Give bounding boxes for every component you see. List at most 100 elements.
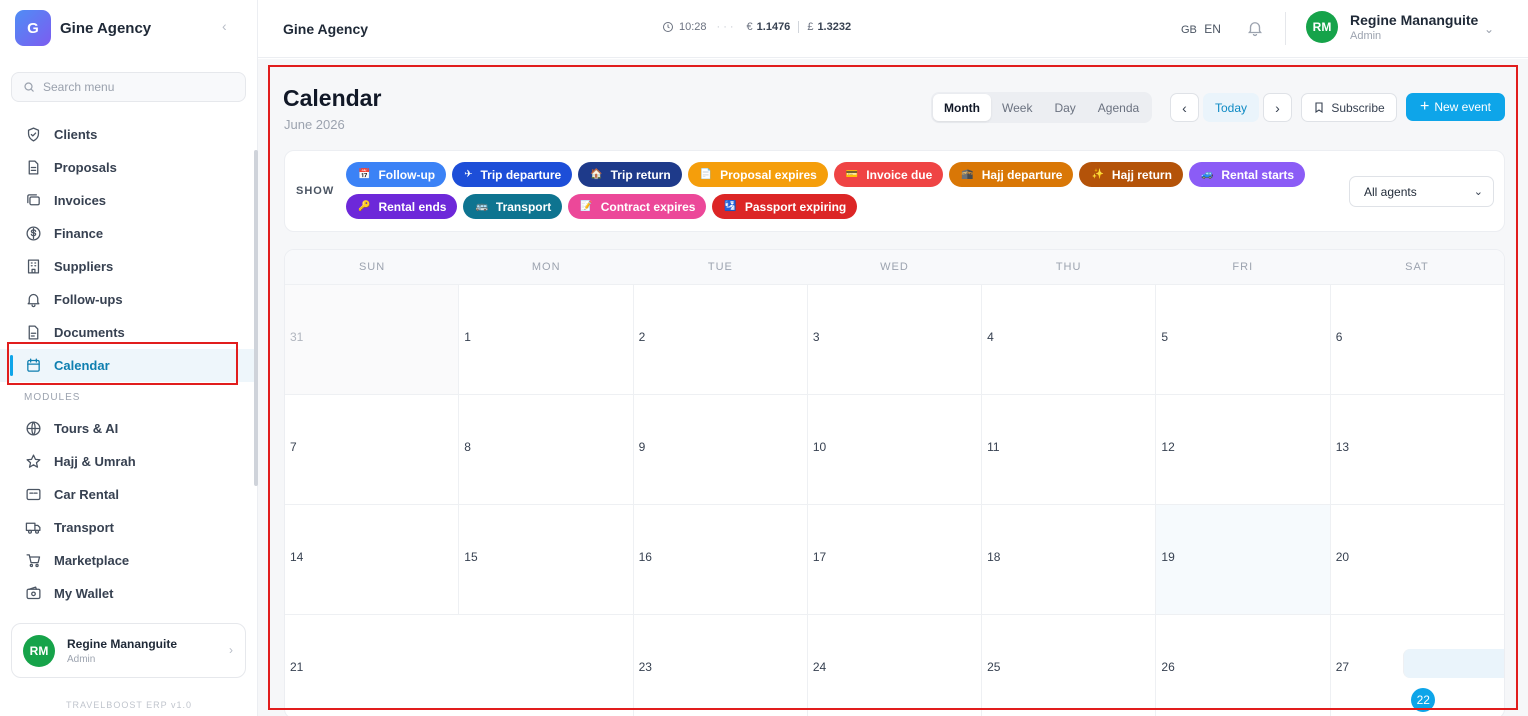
new-event-button[interactable]: + New event <box>1406 93 1505 121</box>
filter-chip-hajj-return[interactable]: ✨ Hajj return <box>1079 162 1183 187</box>
prev-month-button[interactable]: ‹ <box>1170 93 1199 122</box>
event-type-icon: 📄 <box>699 169 713 180</box>
filter-chip-invoice-due[interactable]: 💳 Invoice due <box>833 162 944 187</box>
next-month-button[interactable]: › <box>1263 93 1292 122</box>
day-cell[interactable]: 18 <box>981 505 1155 614</box>
sidebar-item-transport[interactable]: Transport <box>0 511 258 544</box>
day-number: 21 <box>290 660 304 674</box>
sidebar-item-tours-ai[interactable]: Tours & AI <box>0 412 258 445</box>
user-name: Regine Mananguite <box>1350 12 1479 28</box>
day-cell[interactable]: 23 <box>632 615 807 716</box>
view-tab-agenda[interactable]: Agenda <box>1087 94 1150 121</box>
subscribe-button[interactable]: Subscribe <box>1301 93 1397 122</box>
day-cell[interactable]: 12 <box>1155 395 1329 504</box>
filter-chip-trip-return[interactable]: 🏠 Trip return <box>578 162 682 187</box>
day-cell[interactable]: 25 <box>981 615 1155 716</box>
filter-chip-label: Transport <box>495 199 552 214</box>
filter-chip-hajj-departure[interactable]: 🕋 Hajj departure <box>949 162 1074 187</box>
day-number: 27 <box>1335 660 1350 674</box>
brand-logo: G <box>15 10 51 46</box>
clock-icon <box>663 22 673 32</box>
filter-chip-follow-up[interactable]: 📅 Follow-up <box>346 162 447 187</box>
day-cell[interactable]: 3 <box>806 285 981 394</box>
day-cell[interactable]: 17 <box>806 505 981 614</box>
brand[interactable]: G Gine Agency <box>15 10 151 46</box>
agent-select[interactable]: All agents ⌄ <box>1349 176 1494 207</box>
event-type-filter: SHOW 📅 Follow-up ✈ Trip departure 🏠 Trip retu… <box>284 150 1505 232</box>
chevron-left-icon: ‹ <box>1182 99 1187 116</box>
eur-symbol: € <box>746 21 753 33</box>
day-cell[interactable]: 5 <box>1155 285 1329 394</box>
sidebar-item-follow-ups[interactable]: Follow-ups <box>0 283 258 316</box>
sidebar-item-my-wallet[interactable]: My Wallet <box>0 577 258 610</box>
sidebar-item-hajj-umrah[interactable]: Hajj & Umrah <box>0 445 258 478</box>
day-cell[interactable]: 13 <box>1329 395 1504 504</box>
calendar-month-label: June 2026 <box>284 117 345 132</box>
day-cell[interactable]: 20 <box>1329 505 1504 614</box>
day-cell[interactable]: 1 <box>458 285 632 394</box>
brand-name: Gine Agency <box>60 19 152 37</box>
day-cell[interactable]: 2 <box>632 285 807 394</box>
eur-rate: 1.1476 <box>756 21 791 33</box>
filter-chip-contract-expires[interactable]: 📝 Contract expires <box>568 194 707 219</box>
filter-chip-passport-expiring[interactable]: 🛂 Passport expiring <box>712 194 858 219</box>
day-cell[interactable]: 7 <box>285 395 458 504</box>
weekday-label: SUN <box>358 261 386 273</box>
sidebar-item-clients[interactable]: Clients <box>0 118 258 151</box>
filter-chip-label: Trip return <box>610 167 671 182</box>
sidebar-item-label: Car Rental <box>54 487 120 502</box>
day-number: 25 <box>987 660 1001 674</box>
day-cell[interactable]: 24 <box>806 615 981 716</box>
sidebar-item-label: Hajj & Umrah <box>54 454 136 469</box>
plus-icon: + <box>1419 98 1430 115</box>
sidebar-item-marketplace[interactable]: Marketplace <box>0 544 258 577</box>
filter-chip-rental-ends[interactable]: 🔑 Rental ends <box>346 194 458 219</box>
globe-icon <box>24 420 42 438</box>
view-tab-month[interactable]: Month <box>933 94 991 121</box>
chevron-down-icon[interactable]: ⌄ <box>1484 22 1494 36</box>
user-menu[interactable]: RM Regine Mananguite Admin <box>1306 11 1478 43</box>
modules-section-label: MODULES <box>24 391 81 403</box>
day-cell[interactable]: 6 <box>1329 285 1504 394</box>
day-cell[interactable]: 16 <box>632 505 807 614</box>
day-cell[interactable]: 15 <box>458 505 632 614</box>
week-row: 14 15 16 17 18 19 20 <box>285 504 1504 614</box>
language-switcher[interactable]: GB EN <box>1181 22 1221 36</box>
sidebar-item-label: Invoices <box>54 193 107 208</box>
weekday-label: WED <box>880 261 909 273</box>
day-cell[interactable]: 26 <box>1155 615 1329 716</box>
search-input[interactable]: Search menu <box>11 72 246 102</box>
filter-chip-trip-departure[interactable]: ✈ Trip departure <box>452 162 573 187</box>
day-cell[interactable]: 14 <box>285 505 458 614</box>
day-cell[interactable]: 27 <box>1329 615 1504 716</box>
filter-chip-label: Invoice due <box>866 167 933 182</box>
building-icon <box>24 258 42 276</box>
filter-chip-proposal-expires[interactable]: 📄 Proposal expires <box>687 162 828 187</box>
filter-chip-label: Trip departure <box>480 167 562 182</box>
day-cell[interactable]: 31 <box>285 285 459 394</box>
view-tab-week[interactable]: Week <box>991 94 1043 121</box>
notifications-bell-icon[interactable] <box>1246 19 1264 42</box>
day-cell[interactable]: 9 <box>632 395 807 504</box>
sidebar-item-label: Finance <box>54 226 104 241</box>
day-cell[interactable]: 8 <box>458 395 632 504</box>
filter-chip-rental-starts[interactable]: 🚙 Rental starts <box>1188 162 1306 187</box>
day-cell[interactable]: 10 <box>806 395 981 504</box>
weekday-label: MON <box>531 261 561 273</box>
sidebar-item-invoices[interactable]: Invoices <box>0 184 258 217</box>
day-cell[interactable]: 19 <box>1155 505 1330 614</box>
sidebar-user-card[interactable]: RM Regine Mananguite Admin › <box>11 623 246 678</box>
sidebar-item-finance[interactable]: Finance <box>0 217 258 250</box>
view-tab-day[interactable]: Day <box>1043 94 1086 121</box>
collapse-sidebar-icon[interactable]: ‹ <box>222 18 227 34</box>
sidebar-item-car-rental[interactable]: Car Rental <box>0 478 258 511</box>
day-cell[interactable]: 21 <box>285 615 458 716</box>
topbar-divider <box>1285 12 1286 45</box>
today-button[interactable]: Today <box>1203 93 1259 122</box>
sidebar-item-proposals[interactable]: Proposals <box>0 151 258 184</box>
day-cell[interactable]: 4 <box>981 285 1155 394</box>
filter-chip-transport[interactable]: 🚌 Transport <box>463 194 563 219</box>
day-cell[interactable]: 11 <box>981 395 1155 504</box>
sidebar-item-suppliers[interactable]: Suppliers <box>0 250 258 283</box>
event-type-icon: 🚙 <box>1200 169 1214 180</box>
